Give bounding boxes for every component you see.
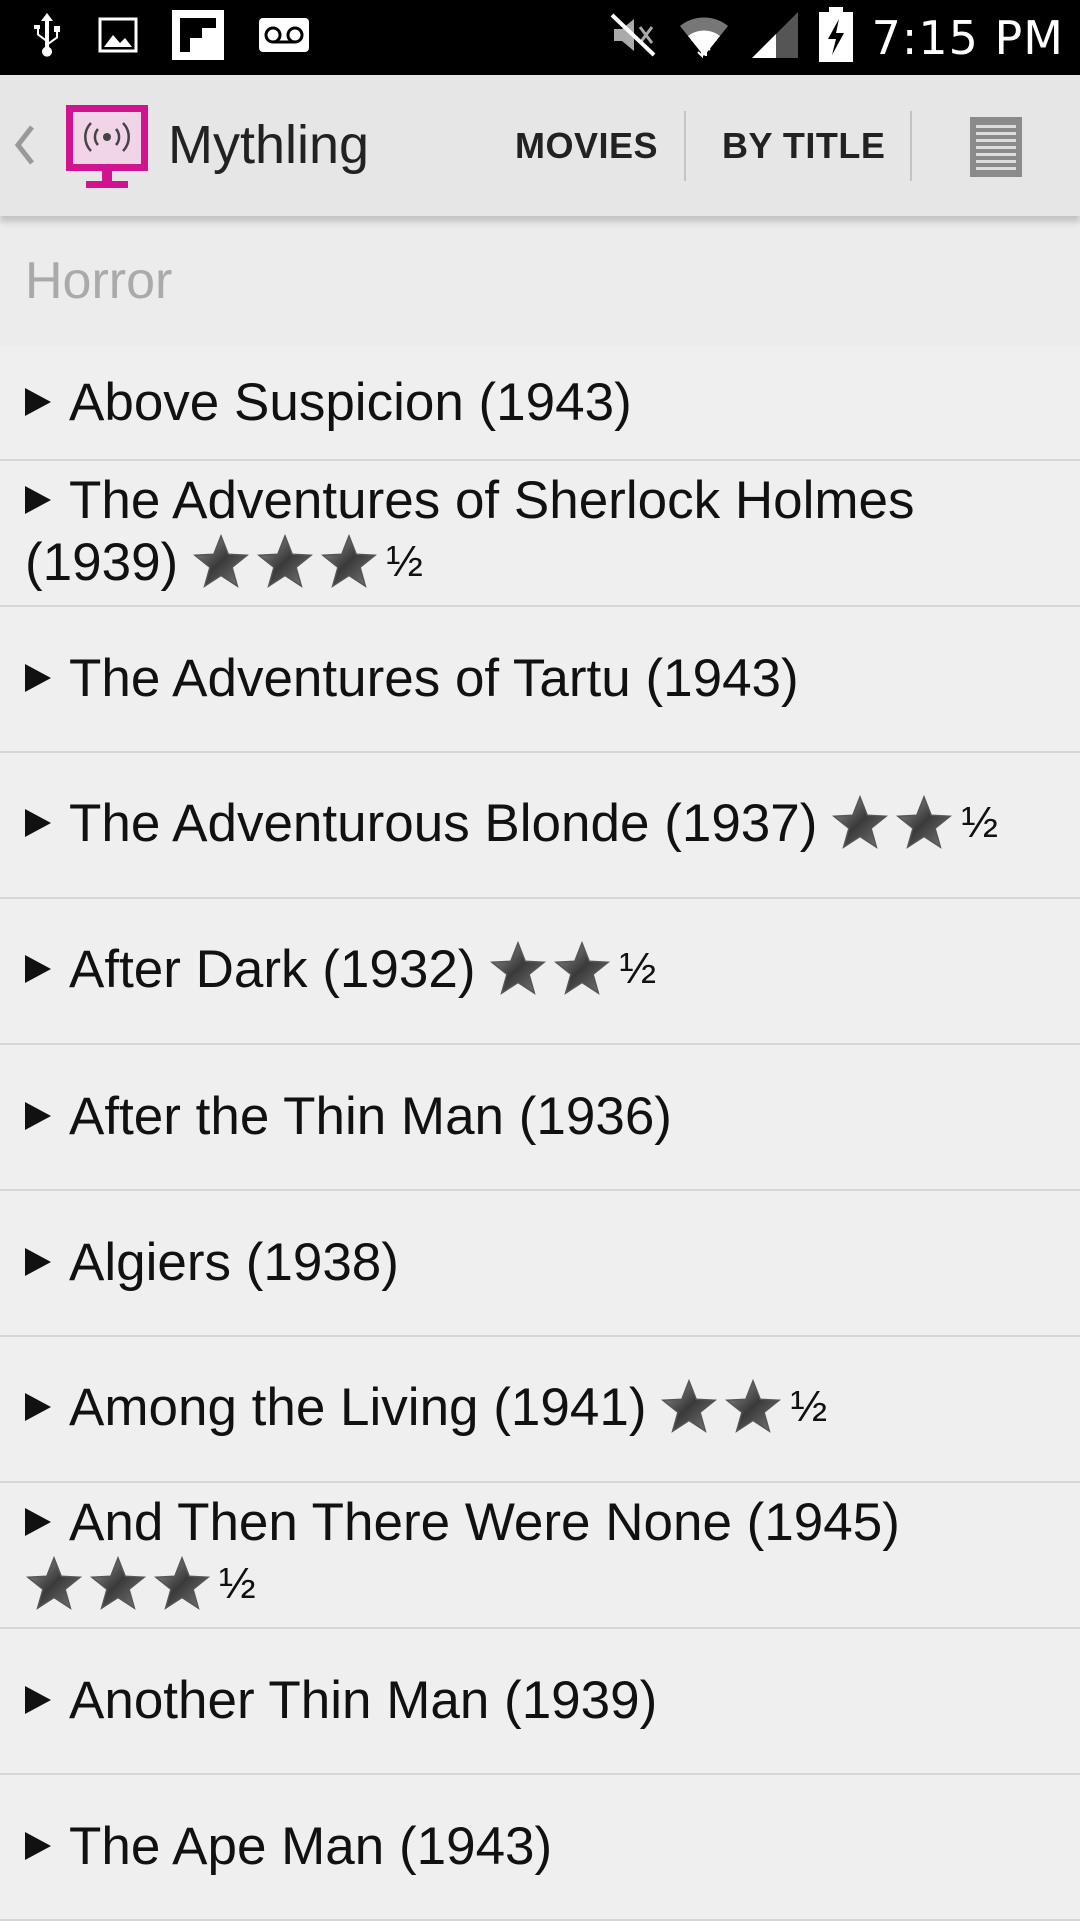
movie-list: Horror Above Suspicion (1943) The Adventu… xyxy=(0,216,1080,1921)
star-icon xyxy=(554,940,611,995)
section-header: Horror xyxy=(0,216,1080,346)
half-star-label: ½ xyxy=(790,1381,828,1431)
image-icon xyxy=(98,17,138,58)
rating-stars: ½ xyxy=(25,1553,256,1615)
rating-stars: ½ xyxy=(831,792,998,854)
app-logo-icon[interactable] xyxy=(62,103,152,191)
list-item-line: Algiers (1938) xyxy=(25,1232,1050,1294)
list-item[interactable]: After the Thin Man (1936) xyxy=(0,1045,1080,1191)
list-item-line: Among the Living (1941) ½ xyxy=(25,1377,1050,1442)
star-icon xyxy=(89,1555,147,1610)
list-item[interactable]: Algiers (1938) xyxy=(0,1191,1080,1337)
expand-triangle-icon[interactable] xyxy=(25,485,51,514)
list-item[interactable]: The Adventures of Sherlock Holmes (1939) ½ xyxy=(0,461,1080,607)
star-icon xyxy=(153,1555,211,1610)
star-icon xyxy=(490,940,547,995)
action-bar: Mythling MOVIES BY TITLE xyxy=(0,75,1080,216)
list-item-title: The Adventurous Blonde (1937) xyxy=(69,793,818,853)
voicemail-icon xyxy=(258,17,310,58)
tab-by-title[interactable]: BY TITLE xyxy=(722,75,885,216)
star-icon xyxy=(25,1555,83,1610)
list-item-title: Another Thin Man (1939) xyxy=(69,1671,658,1730)
half-star-label: ½ xyxy=(219,1558,256,1608)
list-item-line: After Dark (1932) ½ xyxy=(25,939,1050,1004)
expand-triangle-icon[interactable] xyxy=(25,954,51,983)
list-item-title: Among the Living (1941) xyxy=(69,1377,647,1437)
list-item-line: (1939) ½ xyxy=(25,532,1050,597)
list-item-title: The Ape Man (1943) xyxy=(69,1817,553,1876)
list-item[interactable]: The Adventures of Tartu (1943) xyxy=(0,607,1080,753)
half-star-label: ½ xyxy=(961,797,999,847)
list-item[interactable]: Another Thin Man (1939) xyxy=(0,1629,1080,1775)
list-item-line: The Ape Man (1943) xyxy=(25,1816,1050,1878)
half-star-label: ½ xyxy=(619,943,657,993)
battery-charging-icon xyxy=(818,7,854,68)
list-item[interactable]: And Then There Were None (1945) ½ xyxy=(0,1483,1080,1629)
status-bar: 7:15 PM xyxy=(0,0,1080,75)
list-item[interactable]: Above Suspicion (1943) xyxy=(0,346,1080,461)
usb-icon xyxy=(30,11,64,64)
star-icon xyxy=(193,533,250,588)
list-item-title: After the Thin Man (1936) xyxy=(69,1087,672,1146)
status-time: 7:15 PM xyxy=(871,10,1064,65)
star-icon xyxy=(896,794,953,849)
tab-divider xyxy=(910,111,912,181)
signal-icon xyxy=(750,10,800,65)
tab-movies[interactable]: MOVIES xyxy=(515,75,658,216)
list-item-line: After the Thin Man (1936) xyxy=(25,1086,1050,1148)
list-item-line: ½ xyxy=(25,1554,1050,1619)
list-item[interactable]: Among the Living (1941) ½ xyxy=(0,1337,1080,1483)
list-item-line: Above Suspicion (1943) xyxy=(25,372,1050,434)
list-item[interactable]: After Dark (1932) ½ xyxy=(0,899,1080,1045)
list-item-title: After Dark (1932) xyxy=(69,939,476,999)
rating-stars: ½ xyxy=(660,1376,827,1438)
app-title: Mythling xyxy=(168,115,370,175)
expand-triangle-icon[interactable] xyxy=(25,1507,51,1536)
expand-triangle-icon[interactable] xyxy=(25,387,51,416)
list-item-title: Algiers (1938) xyxy=(69,1233,399,1292)
list-item-title: The Adventures of Sherlock Holmes xyxy=(69,470,915,530)
half-star-label: ½ xyxy=(386,536,423,586)
list-item-title-cont: (1939) xyxy=(25,532,179,592)
expand-triangle-icon[interactable] xyxy=(25,1832,51,1860)
list-item-line: And Then There Were None (1945) xyxy=(25,1492,1050,1554)
star-icon xyxy=(257,533,314,588)
list-item-line: The Adventures of Sherlock Holmes xyxy=(25,470,1050,532)
list-item-title: And Then There Were None (1945) xyxy=(69,1492,900,1552)
star-icon xyxy=(661,1378,718,1433)
wifi-icon xyxy=(676,10,732,65)
expand-triangle-icon[interactable] xyxy=(25,664,51,692)
mute-icon xyxy=(608,11,658,64)
expand-triangle-icon[interactable] xyxy=(25,808,51,837)
overflow-menu-icon[interactable] xyxy=(968,115,1024,179)
list-item-title: The Adventures of Tartu (1943) xyxy=(69,649,799,708)
tab-divider xyxy=(684,111,686,181)
expand-triangle-icon[interactable] xyxy=(25,1248,51,1276)
star-icon xyxy=(725,1378,782,1433)
list-item-line: The Adventurous Blonde (1937) ½ xyxy=(25,793,1050,858)
star-icon xyxy=(321,533,378,588)
rating-stars: ½ xyxy=(489,938,656,1000)
list-item[interactable]: The Adventurous Blonde (1937) ½ xyxy=(0,753,1080,899)
up-caret-icon[interactable] xyxy=(10,117,38,173)
list-item-line: Another Thin Man (1939) xyxy=(25,1670,1050,1732)
list-item-line: The Adventures of Tartu (1943) xyxy=(25,648,1050,710)
star-icon xyxy=(832,794,889,849)
expand-triangle-icon[interactable] xyxy=(25,1686,51,1714)
list-item-title: Above Suspicion (1943) xyxy=(69,372,632,432)
expand-triangle-icon[interactable] xyxy=(25,1392,51,1421)
expand-triangle-icon[interactable] xyxy=(25,1102,51,1130)
flipboard-icon xyxy=(172,10,224,65)
rating-stars: ½ xyxy=(192,531,423,593)
list-item[interactable]: The Ape Man (1943) xyxy=(0,1775,1080,1921)
